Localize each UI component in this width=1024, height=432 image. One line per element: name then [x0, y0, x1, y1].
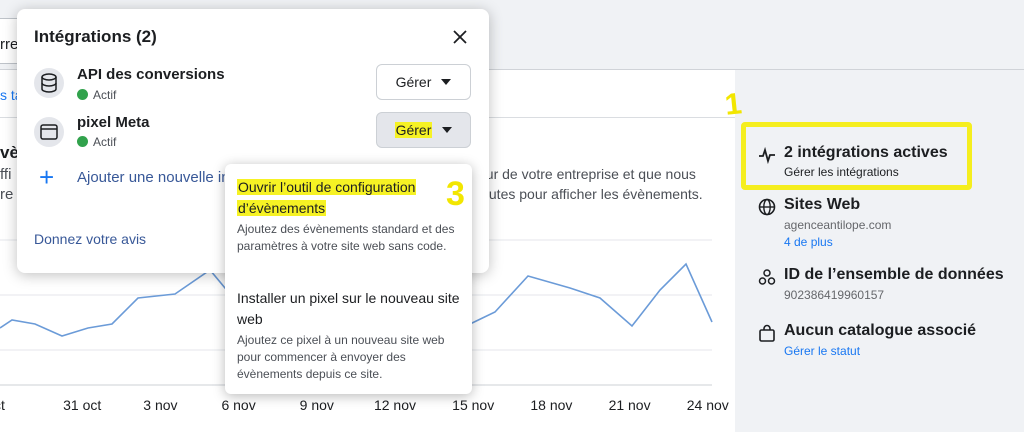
integration-status-text: Actif — [93, 135, 117, 149]
integration-status: Actif — [77, 135, 116, 149]
chevron-down-icon — [441, 79, 452, 85]
annotation-number: 1 — [723, 87, 744, 122]
background-info-text: eur de votre entreprise et que nous — [478, 166, 696, 182]
chart-x-tick-label: 18 nov — [530, 397, 572, 413]
dataset-icon — [758, 269, 776, 285]
database-icon — [34, 68, 64, 98]
add-integration-label: Ajouter une nouvelle in — [77, 169, 230, 186]
chart-x-tick-label: 24 nov — [687, 397, 729, 413]
menu-item-description: Ajoutez ce pixel à un nouveau site web p… — [237, 333, 445, 381]
menu-item-description: Ajoutez des évènements standard et des p… — [237, 222, 455, 253]
manage-button-label: Gérer — [394, 122, 433, 138]
background-paragraph-line: ffi — [0, 166, 12, 183]
annotation-number: 3 — [446, 175, 465, 213]
menu-item-title: Ouvrir l’outil de configuration d’évènem… — [237, 177, 463, 219]
chart-x-tick-label: 12 nov — [374, 397, 416, 413]
more-websites-link[interactable]: 4 de plus — [784, 235, 833, 249]
integration-name: pixel Meta — [77, 114, 150, 131]
manage-dropdown-menu: Ouvrir l’outil de configuration d’évènem… — [225, 164, 472, 394]
website-domain: agenceantilope.com — [784, 218, 892, 232]
close-icon[interactable] — [449, 26, 471, 48]
dataset-id: 902386419960157 — [784, 288, 885, 302]
shopping-bag-icon — [759, 324, 775, 342]
chevron-down-icon — [442, 127, 453, 133]
chart-x-tick-label: 15 nov — [452, 397, 494, 413]
chart-x-tick-label: 9 nov — [300, 397, 334, 413]
chart-x-tick-label: ct — [0, 397, 5, 413]
chart-x-labels: ct 31 oct 3 nov 6 nov 9 nov 12 nov 15 nov 18 no… — [0, 397, 729, 413]
browser-window-icon — [34, 117, 64, 147]
manage-button-meta-pixel[interactable]: Gérer — [376, 112, 471, 148]
status-active-dot — [77, 89, 88, 100]
chart-x-tick-label: 21 nov — [609, 397, 651, 413]
chart-x-tick-label: 3 nov — [143, 397, 177, 413]
integration-status: Actif — [77, 88, 116, 102]
feedback-link[interactable]: Donnez votre avis — [34, 231, 146, 247]
manage-status-link[interactable]: Gérer le statut — [784, 344, 860, 358]
background-paragraph-line: re — [0, 186, 14, 203]
menu-item-title: Installer un pixel sur le nouveau site w… — [237, 290, 460, 327]
background-search-text: rre — [0, 36, 19, 53]
globe-icon — [758, 198, 776, 216]
menu-item-title-line: d’évènements — [237, 200, 327, 216]
integration-status-text: Actif — [93, 88, 117, 102]
dialog-title: Intégrations (2) — [34, 27, 157, 46]
menu-item-install-pixel-new-site[interactable]: Installer un pixel sur le nouveau site w… — [237, 288, 463, 383]
chart-x-tick-label: 6 nov — [221, 397, 255, 413]
manage-button-label: Gérer — [395, 74, 432, 90]
manage-button-conversions-api[interactable]: Gérer — [376, 64, 471, 100]
catalog-title: Aucun catalogue associé — [784, 322, 977, 339]
dataset-title: ID de l’ensemble de données — [784, 266, 1004, 283]
menu-item-title-line: Ouvrir l’outil de configuration — [237, 179, 417, 195]
menu-item-open-event-setup-tool[interactable]: Ouvrir l’outil de configuration d’évènem… — [237, 177, 463, 255]
add-integration-button[interactable]: + Ajouter une nouvelle in — [35, 162, 255, 192]
chart-x-tick-label: 31 oct — [63, 397, 101, 413]
websites-title: Sites Web — [784, 196, 861, 213]
annotation-highlight-box — [741, 122, 972, 190]
background-info-text: inutes pour afficher les évènements. — [478, 186, 703, 202]
plus-icon: + — [39, 162, 55, 192]
status-active-dot — [77, 136, 88, 147]
integration-name: API des conversions — [77, 66, 225, 83]
